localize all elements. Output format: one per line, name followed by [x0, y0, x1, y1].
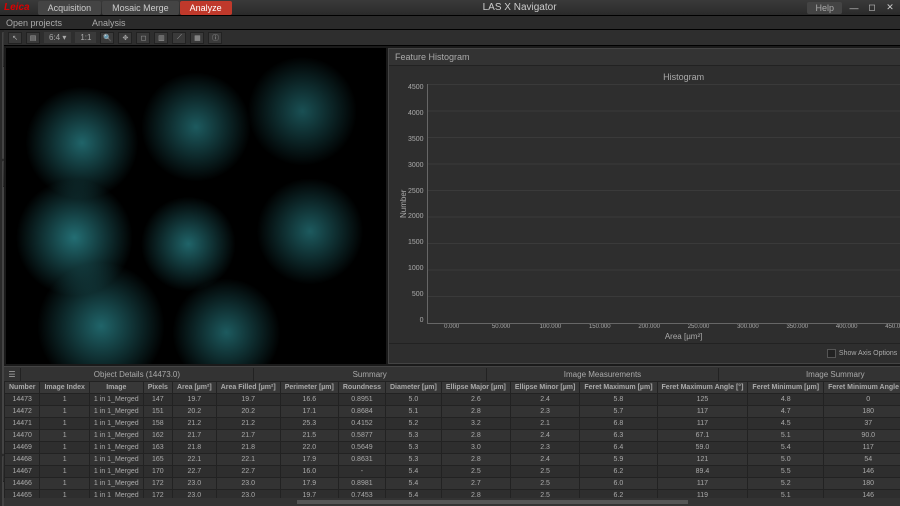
microscopy-image — [6, 48, 386, 364]
minimize-button[interactable]: — — [848, 2, 860, 14]
titlebar: Leica Acquisition Mosaic Merge Analyze L… — [0, 0, 900, 16]
histogram-bars — [427, 84, 900, 324]
hist-bar-5 — [701, 247, 751, 323]
tool-hist-icon[interactable]: ▥ — [154, 32, 168, 44]
table-row[interactable]: 1447111 in 1_Merged15821.221.225.30.4152… — [5, 418, 900, 430]
table-row[interactable]: 1446811 in 1_Merged16522.122.117.90.8631… — [5, 454, 900, 466]
tool-arrow-icon[interactable]: ↖ — [8, 32, 22, 44]
table-row[interactable]: 1446511 in 1_Merged17223.023.019.70.7453… — [5, 490, 900, 499]
tool-roi-icon[interactable]: ◻ — [136, 32, 150, 44]
data-table: NumberImage IndexImagePixelsArea [µm²]Ar… — [4, 381, 900, 498]
table-row[interactable]: 1447311 in 1_Merged14719.719.716.60.8951… — [5, 394, 900, 406]
col-header[interactable]: Pixels — [143, 382, 172, 394]
tool-info-icon[interactable]: ⓘ — [208, 32, 222, 44]
data-menu-icon[interactable]: ☰ — [4, 370, 20, 379]
open-projects-link[interactable]: Open projects — [6, 18, 62, 28]
hist-bar-3 — [593, 95, 643, 323]
fit-button[interactable]: 1:1 — [75, 32, 96, 43]
maximize-button[interactable]: ◻ — [866, 2, 878, 14]
tool-grid-icon[interactable]: ▦ — [190, 32, 204, 44]
tool-doc-icon[interactable]: ▤ — [26, 32, 40, 44]
col-header[interactable]: Feret Maximum Angle [°] — [657, 382, 748, 394]
hist-bar-4 — [647, 185, 697, 323]
col-header[interactable]: Perimeter [µm] — [280, 382, 338, 394]
col-header[interactable]: Number — [5, 382, 40, 394]
col-header[interactable]: Image Index — [40, 382, 89, 394]
tab-mosaic-merge[interactable]: Mosaic Merge — [102, 1, 179, 15]
show-axis-checkbox[interactable] — [827, 349, 836, 358]
hist-bar-7 — [809, 309, 859, 323]
col-header[interactable]: Roundness — [338, 382, 385, 394]
table-row[interactable]: 1446911 in 1_Merged16321.821.822.00.5649… — [5, 442, 900, 454]
tab-image-summary[interactable]: Image Summary — [718, 368, 900, 381]
col-header[interactable]: Feret Maximum [µm] — [580, 382, 657, 394]
viewer-toolbar: ↖ ▤ 6:4 ▾ 1:1 🔍 ✥ ◻ ▥ ⟋ ▦ ⓘ — [4, 30, 900, 46]
feature-histogram-panel: Feature Histogram Histogram Number 45004… — [388, 48, 900, 364]
tab-analyze[interactable]: Analyze — [180, 1, 232, 15]
table-row[interactable]: 1447011 in 1_Merged16221.721.721.50.5877… — [5, 430, 900, 442]
subbar: Open projects Analysis — [0, 16, 900, 30]
app-title: LAS X Navigator — [232, 2, 808, 13]
hist-bar-1 — [485, 257, 535, 323]
zoom-dropdown[interactable]: 6:4 ▾ — [44, 32, 71, 43]
col-header[interactable]: Diameter [µm] — [386, 382, 442, 394]
col-header[interactable]: Image — [89, 382, 143, 394]
hist-bar-0 — [432, 303, 482, 323]
leica-logo: Leica — [4, 2, 30, 13]
data-panel: ☰ Object Details (14473.0) Summary Image… — [4, 366, 900, 506]
data-table-wrapper[interactable]: NumberImage IndexImagePixelsArea [µm²]Ar… — [4, 381, 900, 498]
tab-summary[interactable]: Summary — [253, 368, 486, 381]
table-row[interactable]: 1446611 in 1_Merged17223.023.017.90.8981… — [5, 478, 900, 490]
table-row[interactable]: 1446711 in 1_Merged17022.722.716.0-5.42.… — [5, 466, 900, 478]
hist-bar-6 — [755, 275, 805, 323]
col-header[interactable]: Feret Minimum Angle [°] — [824, 382, 900, 394]
tab-acquisition[interactable]: Acquisition — [38, 1, 102, 15]
col-header[interactable]: Ellipse Major [µm] — [441, 382, 510, 394]
tool-pan-icon[interactable]: ✥ — [118, 32, 132, 44]
analysis-link[interactable]: Analysis — [92, 18, 126, 28]
tool-measure-icon[interactable]: ⟋ — [172, 32, 186, 44]
col-header[interactable]: Ellipse Minor [µm] — [510, 382, 579, 394]
tab-image-measurements[interactable]: Image Measurements — [486, 368, 719, 381]
close-button[interactable]: ✕ — [884, 2, 896, 14]
tab-object-details[interactable]: Object Details (14473.0) — [20, 368, 253, 381]
histogram-title: Histogram — [397, 72, 900, 82]
microscopy-image-viewer[interactable] — [6, 48, 386, 364]
tool-zoom-icon[interactable]: 🔍 — [100, 32, 114, 44]
hist-bar-2 — [539, 161, 589, 323]
horizontal-scrollbar[interactable] — [4, 498, 900, 506]
col-header[interactable]: Feret Minimum [µm] — [748, 382, 824, 394]
table-row[interactable]: 1447211 in 1_Merged15120.220.217.10.8684… — [5, 406, 900, 418]
hist-bar-8 — [862, 312, 900, 323]
col-header[interactable]: Area [µm²] — [172, 382, 216, 394]
col-header[interactable]: Area Filled [µm²] — [216, 382, 280, 394]
help-button[interactable]: Help — [807, 2, 842, 14]
